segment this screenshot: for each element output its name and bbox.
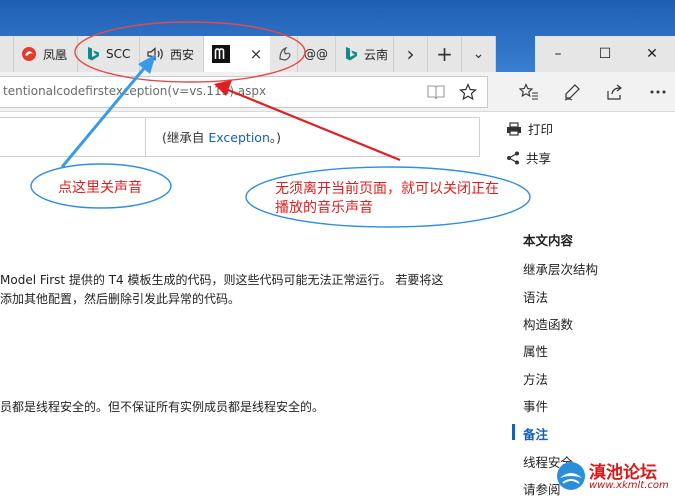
- inherit-prefix: (继承自: [162, 130, 209, 145]
- tab-scc[interactable]: SCC: [78, 36, 140, 72]
- fox-icon: [277, 46, 293, 62]
- toc-item-syntax[interactable]: 语法: [523, 287, 548, 306]
- url-field[interactable]: tentionalcodefirstexception(v=vs.113).as…: [0, 76, 488, 108]
- share-label: 共享: [526, 151, 552, 166]
- tab-label: 西安: [170, 47, 195, 62]
- watermark: 滇池论坛 www.xkmlt.com: [553, 456, 673, 498]
- tab-active[interactable]: ×: [204, 36, 270, 72]
- speaker-icon[interactable]: [146, 45, 166, 63]
- share-action[interactable]: 共享: [506, 148, 551, 167]
- scroll-tabs-right-button[interactable]: ›: [394, 36, 428, 72]
- page-content: (继承自 Exception。) Model First 提供的 T4 模板生成…: [0, 113, 675, 498]
- toc-item-inheritance[interactable]: 继承层次结构: [523, 259, 598, 278]
- toc-title: 本文内容: [523, 233, 574, 248]
- more-icon[interactable]: [646, 80, 670, 104]
- toc-item-properties[interactable]: 属性: [523, 341, 548, 360]
- url-text: tentionalcodefirstexception(v=vs.113).as…: [3, 84, 267, 98]
- tab-xian[interactable]: 西安: [140, 36, 204, 72]
- inherit-note: (继承自 Exception。): [162, 127, 281, 146]
- toc-active-marker: [512, 424, 515, 440]
- tab-label: SCC: [106, 47, 131, 61]
- exception-link[interactable]: Exception: [208, 130, 270, 145]
- address-bar: tentionalcodefirstexception(v=vs.113).as…: [0, 72, 675, 112]
- toc-item-constructors[interactable]: 构造函数: [523, 314, 573, 333]
- tab-label: 云南: [364, 47, 389, 62]
- reading-view-icon[interactable]: [424, 80, 448, 104]
- pen-notes-icon[interactable]: [560, 80, 584, 104]
- toc-item-methods[interactable]: 方法: [523, 369, 548, 388]
- watermark-url: www.xkmlt.com: [589, 480, 669, 491]
- bing-icon: [342, 45, 360, 63]
- bing-icon: [84, 45, 102, 63]
- left-callout-text: 点这里关声音: [58, 180, 142, 196]
- remarks-line-2: 添加其他配置，然后删除引发此异常的代码。: [0, 292, 241, 306]
- tab-label: 凤凰: [43, 47, 68, 62]
- fenghuang-icon: [20, 45, 38, 63]
- thread-safety-text: 员都是线程安全的。但不保证所有实例成员都是线程安全的。: [0, 400, 325, 414]
- close-tab-icon[interactable]: ×: [247, 45, 265, 63]
- toc-item-remarks[interactable]: 备注: [523, 424, 548, 443]
- printer-icon: [506, 121, 522, 136]
- tab-partial[interactable]: [0, 36, 14, 72]
- watermark-logo-icon: [555, 460, 587, 492]
- share-nodes-icon: [506, 151, 520, 165]
- tab-at[interactable]: @@: [298, 36, 336, 72]
- minimize-button[interactable]: –: [535, 36, 581, 72]
- favorites-hub-icon[interactable]: [517, 80, 541, 104]
- tab-label: @@: [304, 47, 328, 61]
- tab-yunnan[interactable]: 云南: [336, 36, 394, 72]
- print-label: 打印: [528, 122, 554, 137]
- tab-list-button[interactable]: ⌄: [462, 36, 496, 72]
- m-logo-icon: [212, 45, 230, 63]
- favorite-star-icon[interactable]: [456, 80, 480, 104]
- browser-window: 凤凰 SCC 西安 × @@ 云南 › + ⌄ – ☐ ✕ tentionalc…: [0, 0, 675, 498]
- print-action[interactable]: 打印: [506, 119, 553, 138]
- share-icon[interactable]: [603, 80, 627, 104]
- inherit-suffix: 。): [269, 130, 282, 145]
- remarks-line-1: Model First 提供的 T4 模板生成的代码，则这些代码可能无法正常运行…: [0, 273, 444, 287]
- window-controls: – ☐ ✕: [535, 36, 675, 72]
- right-callout-line-1: 无须离开当前页面，就可以关闭正在: [275, 181, 499, 197]
- maximize-button[interactable]: ☐: [581, 36, 629, 72]
- right-callout-line-2: 播放的音乐声音: [275, 200, 373, 216]
- close-window-button[interactable]: ✕: [629, 36, 675, 72]
- table-divider: [145, 117, 146, 157]
- tab-fox[interactable]: [270, 36, 298, 72]
- toc-item-events[interactable]: 事件: [523, 396, 548, 415]
- new-tab-button[interactable]: +: [428, 36, 462, 72]
- tab-fenghuang[interactable]: 凤凰: [14, 36, 78, 72]
